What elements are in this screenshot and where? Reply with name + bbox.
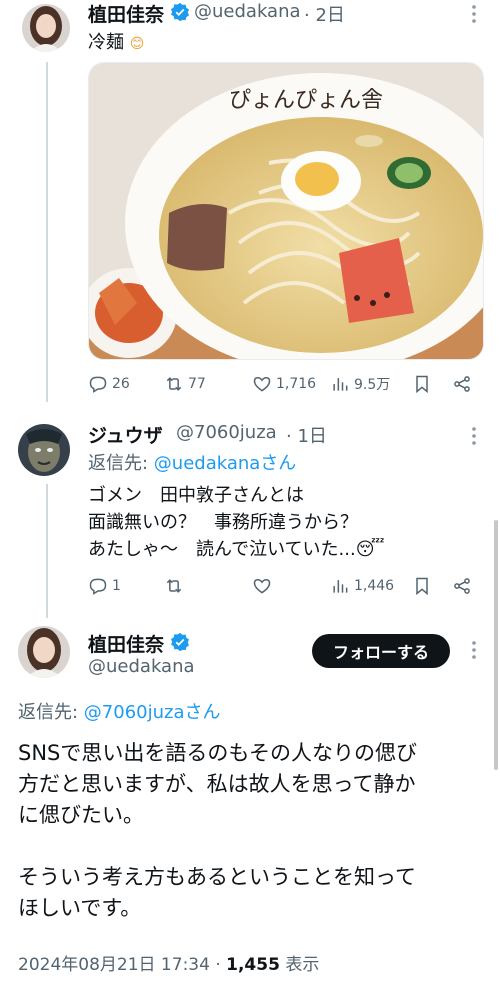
reply-icon [89,578,107,595]
tweet-text: ゴメン 田中敦子さんとは 面識無いの？ 事務所違うから？ あたしゃ～ 読んで泣い… [88,482,385,563]
like-button[interactable] [252,576,276,596]
author-name[interactable]: 植田佳奈 [88,0,164,27]
scrollbar[interactable] [494,520,498,770]
tweet-text: 冷麺 😊 [88,30,144,57]
tweet-text-body: 冷麺 [88,32,124,53]
reply-to-link[interactable]: @7060juzaさん [84,702,221,723]
tweet-line: 方だと思いますが、私は故人を思って静か [18,772,416,796]
like-icon [253,578,271,594]
retweet-icon [166,377,182,391]
views-count: 1,446 [354,578,395,594]
views-label: 表示 [279,955,320,975]
author-name[interactable]: 植田佳奈 [88,630,164,657]
sleepy-emoji: 😴 [355,539,385,560]
views-button[interactable]: 9.5万 [330,374,390,394]
tweet-line: ほしいです。 [18,896,142,920]
reply-to-link[interactable]: @uedakanaさん [154,453,297,474]
author-handle[interactable]: @7060juza [176,422,277,443]
like-count: 1,716 [276,376,317,392]
tweet-time[interactable]: · 1日 [286,422,327,448]
share-icon [454,578,470,594]
tweet-line [18,831,417,862]
tweet-time[interactable]: · 2日 [304,1,345,27]
share-icon [454,376,470,392]
reply-button[interactable]: 1 [88,576,121,596]
bookmark-icon [416,375,428,394]
avatar-uedakana[interactable] [18,626,70,678]
reply-button[interactable]: 26 [88,374,130,394]
reply-count: 1 [112,578,121,594]
author-name[interactable]: ジュウザ [88,421,163,448]
tweet-line: 面識無いの？ 事務所違うから？ [88,512,358,533]
verified-icon [170,632,190,656]
thread-line [46,484,48,618]
tweet-line: に偲びたい。 [18,803,144,827]
more-icon[interactable] [468,426,480,450]
retweet-button[interactable]: 77 [164,374,206,394]
reply-context: 返信先: @uedakanaさん [88,451,296,477]
views-icon [333,580,348,593]
more-icon[interactable] [468,640,480,664]
avatar-uedakana[interactable] [22,4,70,52]
views-count: 9.5万 [354,377,391,393]
author-handle[interactable]: @uedakana [194,1,301,22]
tweet-text: SNSで思い出を語るのもその人なりの偲び 方だと思いますが、私は故人を思って静か… [18,738,417,924]
restaurant-logo: ぴょんぴょん舎 [229,88,383,113]
retweet-button[interactable] [164,576,188,596]
avatar-juza[interactable] [18,424,70,476]
tweet-meta: 2024年08月21日 17:34 · 1,455 表示 [18,950,319,975]
tweet-line: ゴメン 田中敦子さんとは [88,485,304,506]
reply-icon [89,376,107,393]
bookmark-button[interactable] [412,374,432,394]
tweet-line: そういう考え方もあるということを知って [18,865,416,889]
tweet-line: SNSで思い出を語るのもその人なりの偲び [18,741,417,765]
more-icon[interactable] [468,4,480,28]
tweet-date[interactable]: 2024年08月21日 17:34 · [18,955,226,975]
bookmark-icon [416,577,428,596]
reply-context: 返信先: @7060juzaさん [18,700,221,726]
like-button[interactable]: 1,716 [252,374,316,394]
views-icon [333,378,348,391]
reply-count: 26 [112,376,130,392]
thread-line [46,62,48,402]
reply-prefix: 返信先: [18,702,84,723]
tweet-line: あたしゃ～ 読んで泣いていた...😴 [88,539,385,560]
follow-button[interactable]: フォローする [312,634,450,668]
verified-icon [170,2,190,26]
retweet-icon [166,579,182,593]
smile-emoji: 😊 [129,36,145,52]
views-button[interactable]: 1,446 [330,576,394,596]
like-icon [253,376,271,392]
reply-prefix: 返信先: [88,453,154,474]
retweet-count: 77 [188,376,206,392]
share-button[interactable] [452,576,472,596]
views-count: 1,455 [226,955,280,975]
bookmark-button[interactable] [412,576,432,596]
author-handle[interactable]: @uedakana [88,656,195,677]
share-button[interactable] [452,374,472,394]
tweet-image[interactable]: ぴょんぴょん舎 [88,62,484,360]
